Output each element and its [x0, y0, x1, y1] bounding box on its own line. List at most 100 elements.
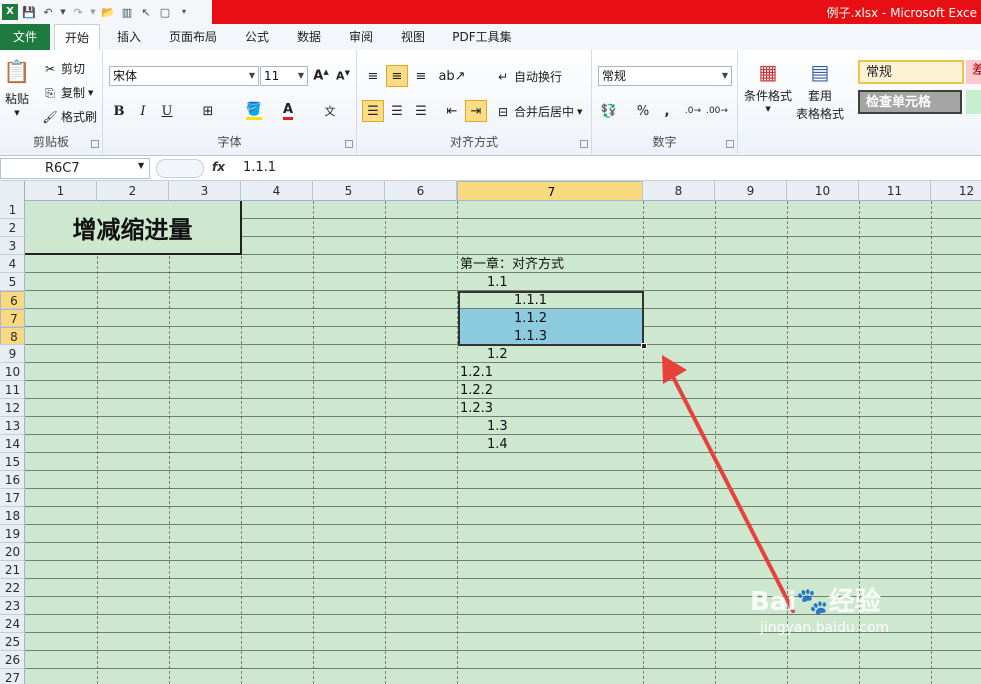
- phonetic-button[interactable]: 文: [319, 100, 341, 122]
- font-name-select[interactable]: 宋体 ▼: [109, 66, 259, 86]
- increase-decimal-icon: .0→: [684, 106, 702, 116]
- tab-file[interactable]: 文件: [0, 24, 50, 50]
- scissors-icon: ✂: [44, 61, 56, 76]
- border-button[interactable]: ⊞: [197, 100, 219, 122]
- paste-button[interactable]: 📋 粘贴 ▼: [3, 58, 31, 118]
- format-painter-label: 格式刷: [61, 110, 98, 124]
- style-check-cell[interactable]: 检查单元格: [858, 90, 962, 114]
- tab-view[interactable]: 视图: [392, 24, 434, 50]
- paste-icon: 📋: [3, 60, 31, 85]
- paint-bucket-icon: 🪣: [245, 102, 263, 120]
- undo-icon[interactable]: ↶: [40, 4, 56, 20]
- alignment-group: ≡ ≡ ≡ ab↗ ↵ 自动换行 ☰ ☰ ☰ ⇤ ⇥ ⊟ 合并后居中 ▼ 对齐方式: [357, 50, 592, 154]
- conditional-format-icon: ▦: [758, 60, 778, 84]
- number-group-label: 数字: [652, 135, 677, 149]
- style-bad[interactable]: 差: [966, 60, 981, 84]
- orientation-button[interactable]: ab↗: [438, 65, 466, 87]
- excel-window: X 💾 ↶ ▼ ↷ ▼ 📂 ▥ ↖ ▢ ▾ 例子.xlsx - Microsof…: [0, 0, 981, 684]
- tab-review[interactable]: 审阅: [340, 24, 382, 50]
- name-box-dropdown-icon[interactable]: ▼: [138, 161, 144, 170]
- underline-button[interactable]: U: [156, 100, 178, 122]
- font-color-button[interactable]: A: [277, 100, 299, 122]
- clipboard-launcher-icon[interactable]: [91, 140, 99, 148]
- number-launcher-icon[interactable]: [726, 140, 734, 148]
- chart-icon[interactable]: ▥: [119, 4, 135, 20]
- currency-button[interactable]: 💱: [598, 100, 620, 122]
- table-format-button[interactable]: ▤ 套用 表格格式: [796, 58, 844, 122]
- decrease-indent-button[interactable]: ⇤: [441, 100, 463, 122]
- conditional-format-button[interactable]: ▦ 条件格式 ▼: [744, 58, 792, 113]
- worksheet[interactable]: 1 2 3 4 5 6 7 8 9 10 11 12 1 2 3 4 5 6 7 8 9 10 11 12 13 14 15 16 1…: [0, 181, 981, 684]
- align-center-icon: ☰: [391, 103, 403, 119]
- styles-group: ▦ 条件格式 ▼ ▤ 套用 表格格式 常规 检查单元格 差: [738, 50, 981, 154]
- ribbon: 📋 粘贴 ▼ ✂ 剪切 ⎘ 复制 ▼ 🖌 格式刷 剪贴板 宋体 ▼ 11 ▼ A▲ A▼ B…: [0, 50, 981, 156]
- tab-page-layout[interactable]: 页面布局: [160, 24, 226, 50]
- font-size-select[interactable]: 11 ▼: [260, 66, 308, 86]
- align-center-button[interactable]: ☰: [386, 100, 408, 122]
- border-icon: ⊞: [202, 103, 214, 119]
- percent-button[interactable]: %: [632, 100, 654, 122]
- merge-center-label: 合并后居中: [514, 105, 575, 119]
- decrease-decimal-icon: .00→: [706, 106, 728, 116]
- pointer-icon[interactable]: ↖: [138, 4, 154, 20]
- formula-bar: R6C7 ▼ fx 1.1.1: [0, 157, 981, 181]
- customize-qat-icon[interactable]: ▾: [176, 4, 192, 20]
- style-normal[interactable]: 常规: [858, 60, 964, 84]
- ribbon-tabs: 文件 开始 插入 页面布局 公式 数据 审阅 视图 PDF工具集: [0, 24, 981, 51]
- brush-icon: 🖌: [42, 109, 58, 124]
- format-painter-button[interactable]: 🖌 格式刷: [42, 108, 97, 125]
- insert-function-icon[interactable]: fx: [212, 160, 225, 174]
- align-bottom-icon: ≡: [415, 68, 427, 84]
- orientation-icon: ab↗: [438, 68, 466, 84]
- new-file-icon[interactable]: ▢: [157, 4, 173, 20]
- font-launcher-icon[interactable]: [345, 140, 353, 148]
- name-box[interactable]: R6C7: [0, 158, 150, 179]
- font-color-icon: A: [282, 102, 294, 120]
- comma-button[interactable]: ,: [656, 100, 678, 122]
- grow-font-button[interactable]: A▲: [310, 65, 332, 87]
- bold-button[interactable]: B: [108, 100, 130, 122]
- tab-formulas[interactable]: 公式: [236, 24, 278, 50]
- font-group-label: 字体: [217, 135, 242, 149]
- italic-button[interactable]: I: [132, 100, 154, 122]
- shrink-font-button[interactable]: A▼: [332, 65, 354, 87]
- tab-pdf-tools[interactable]: PDF工具集: [446, 24, 518, 50]
- merge-center-button[interactable]: ⊟ 合并后居中 ▼: [495, 103, 582, 120]
- align-right-button[interactable]: ☰: [410, 100, 432, 122]
- redo-icon[interactable]: ↷: [70, 4, 86, 20]
- fill-color-button[interactable]: 🪣: [243, 100, 265, 122]
- wrap-text-label: 自动换行: [514, 70, 563, 84]
- alignment-launcher-icon[interactable]: [580, 140, 588, 148]
- excel-logo-icon: X: [2, 4, 18, 20]
- table-format-label-2: 表格格式: [796, 107, 845, 121]
- save-icon[interactable]: 💾: [21, 4, 37, 20]
- number-format-select[interactable]: 常规 ▼: [598, 66, 732, 86]
- formula-input[interactable]: 1.1.1: [243, 160, 276, 175]
- undo-dropdown-icon[interactable]: ▼: [59, 4, 67, 20]
- cut-label: 剪切: [61, 62, 86, 76]
- wrap-text-button[interactable]: ↵ 自动换行: [495, 68, 562, 85]
- tab-insert[interactable]: 插入: [108, 24, 150, 50]
- redo-dropdown-icon[interactable]: ▼: [89, 4, 97, 20]
- tab-home[interactable]: 开始: [54, 24, 100, 51]
- style-good-partial[interactable]: [966, 90, 981, 114]
- font-size-value: 11: [264, 69, 280, 83]
- align-middle-button[interactable]: ≡: [386, 65, 408, 87]
- tab-data[interactable]: 数据: [288, 24, 330, 50]
- decrease-decimal-button[interactable]: .00→: [706, 100, 728, 122]
- align-top-button[interactable]: ≡: [362, 65, 384, 87]
- decrease-indent-icon: ⇤: [446, 103, 458, 119]
- open-folder-icon[interactable]: 📂: [100, 4, 116, 20]
- shrink-font-icon: A▼: [336, 69, 350, 83]
- window-title: 例子.xlsx - Microsoft Exce: [826, 6, 977, 20]
- paste-label: 粘贴: [4, 92, 29, 106]
- title-band: 例子.xlsx - Microsoft Exce: [212, 0, 981, 24]
- arrow-shaft: [668, 369, 795, 613]
- cut-button[interactable]: ✂ 剪切: [42, 60, 85, 77]
- align-left-button[interactable]: ☰: [362, 100, 384, 122]
- align-bottom-button[interactable]: ≡: [410, 65, 432, 87]
- increase-indent-button[interactable]: ⇥: [465, 100, 487, 122]
- increase-decimal-button[interactable]: .0→: [682, 100, 704, 122]
- copy-button[interactable]: ⎘ 复制 ▼: [42, 84, 93, 101]
- copy-icon: ⎘: [45, 85, 55, 100]
